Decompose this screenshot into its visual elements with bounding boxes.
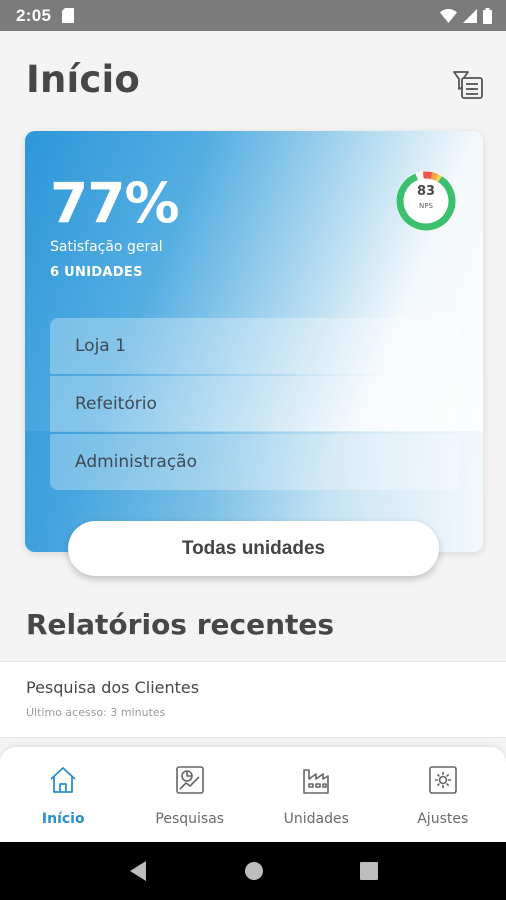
bottom-nav: Início Pesquisas Unidades Ajustes xyxy=(0,747,506,842)
filter-list-icon xyxy=(453,71,483,99)
status-icons xyxy=(440,7,492,24)
unit-item-loja-1[interactable]: Loja 1 xyxy=(50,318,458,374)
home-icon xyxy=(50,767,76,793)
nav-item-ajustes[interactable]: Ajustes xyxy=(380,747,506,842)
battery-icon xyxy=(483,7,492,24)
units-count: 6 UNIDADES xyxy=(50,265,143,280)
unit-item-refeitorio[interactable]: Refeitório xyxy=(50,376,458,432)
nav-label-inicio: Início xyxy=(41,811,85,827)
page-title: Início xyxy=(26,58,141,101)
recent-reports-title: Relatórios recentes xyxy=(26,608,335,641)
nav-label-pesquisas: Pesquisas xyxy=(155,811,225,827)
nps-label: NPS xyxy=(419,202,433,210)
page-header: Início xyxy=(26,58,486,114)
report-list: Pesquisa dos Clientes Último acesso: 3 m… xyxy=(0,661,506,738)
unit-item-administracao[interactable]: Administração xyxy=(50,434,458,490)
nav-item-inicio[interactable]: Início xyxy=(0,747,127,842)
sd-card-icon xyxy=(62,8,75,23)
status-time: 2:05 xyxy=(16,5,52,25)
report-item[interactable]: Pesquisa dos Clientes Último acesso: 3 m… xyxy=(0,661,506,738)
satisfaction-card: 77% Satisfação geral 6 UNIDADES 83 NPS L… xyxy=(25,131,483,552)
recents-icon[interactable] xyxy=(360,862,378,880)
satisfaction-percent: 77% xyxy=(50,171,180,235)
factory-icon xyxy=(303,769,330,794)
home-circle-icon[interactable] xyxy=(244,861,264,881)
signal-icon xyxy=(463,8,477,23)
system-nav-bar xyxy=(0,842,506,900)
status-bar: 2:05 xyxy=(0,0,506,31)
survey-icon xyxy=(175,766,204,794)
nav-item-unidades[interactable]: Unidades xyxy=(253,747,380,842)
filter-button[interactable] xyxy=(450,66,486,102)
back-icon[interactable] xyxy=(128,860,148,882)
nps-ring-icon xyxy=(396,171,456,231)
report-name: Pesquisa dos Clientes xyxy=(26,678,200,697)
nav-item-pesquisas[interactable]: Pesquisas xyxy=(127,747,254,842)
satisfaction-label: Satisfação geral xyxy=(50,239,163,255)
nps-gauge[interactable]: 83 NPS xyxy=(393,168,459,234)
all-units-button[interactable]: Todas unidades xyxy=(68,521,439,576)
nav-label-unidades: Unidades xyxy=(283,811,349,827)
wifi-icon xyxy=(440,8,457,23)
report-last-access: Último acesso: 3 minutes xyxy=(26,706,166,719)
unit-list: Loja 1 Refeitório Administração xyxy=(50,318,458,492)
nav-label-ajustes: Ajustes xyxy=(417,811,469,827)
settings-icon xyxy=(428,766,457,794)
nps-value: 83 xyxy=(416,184,436,199)
